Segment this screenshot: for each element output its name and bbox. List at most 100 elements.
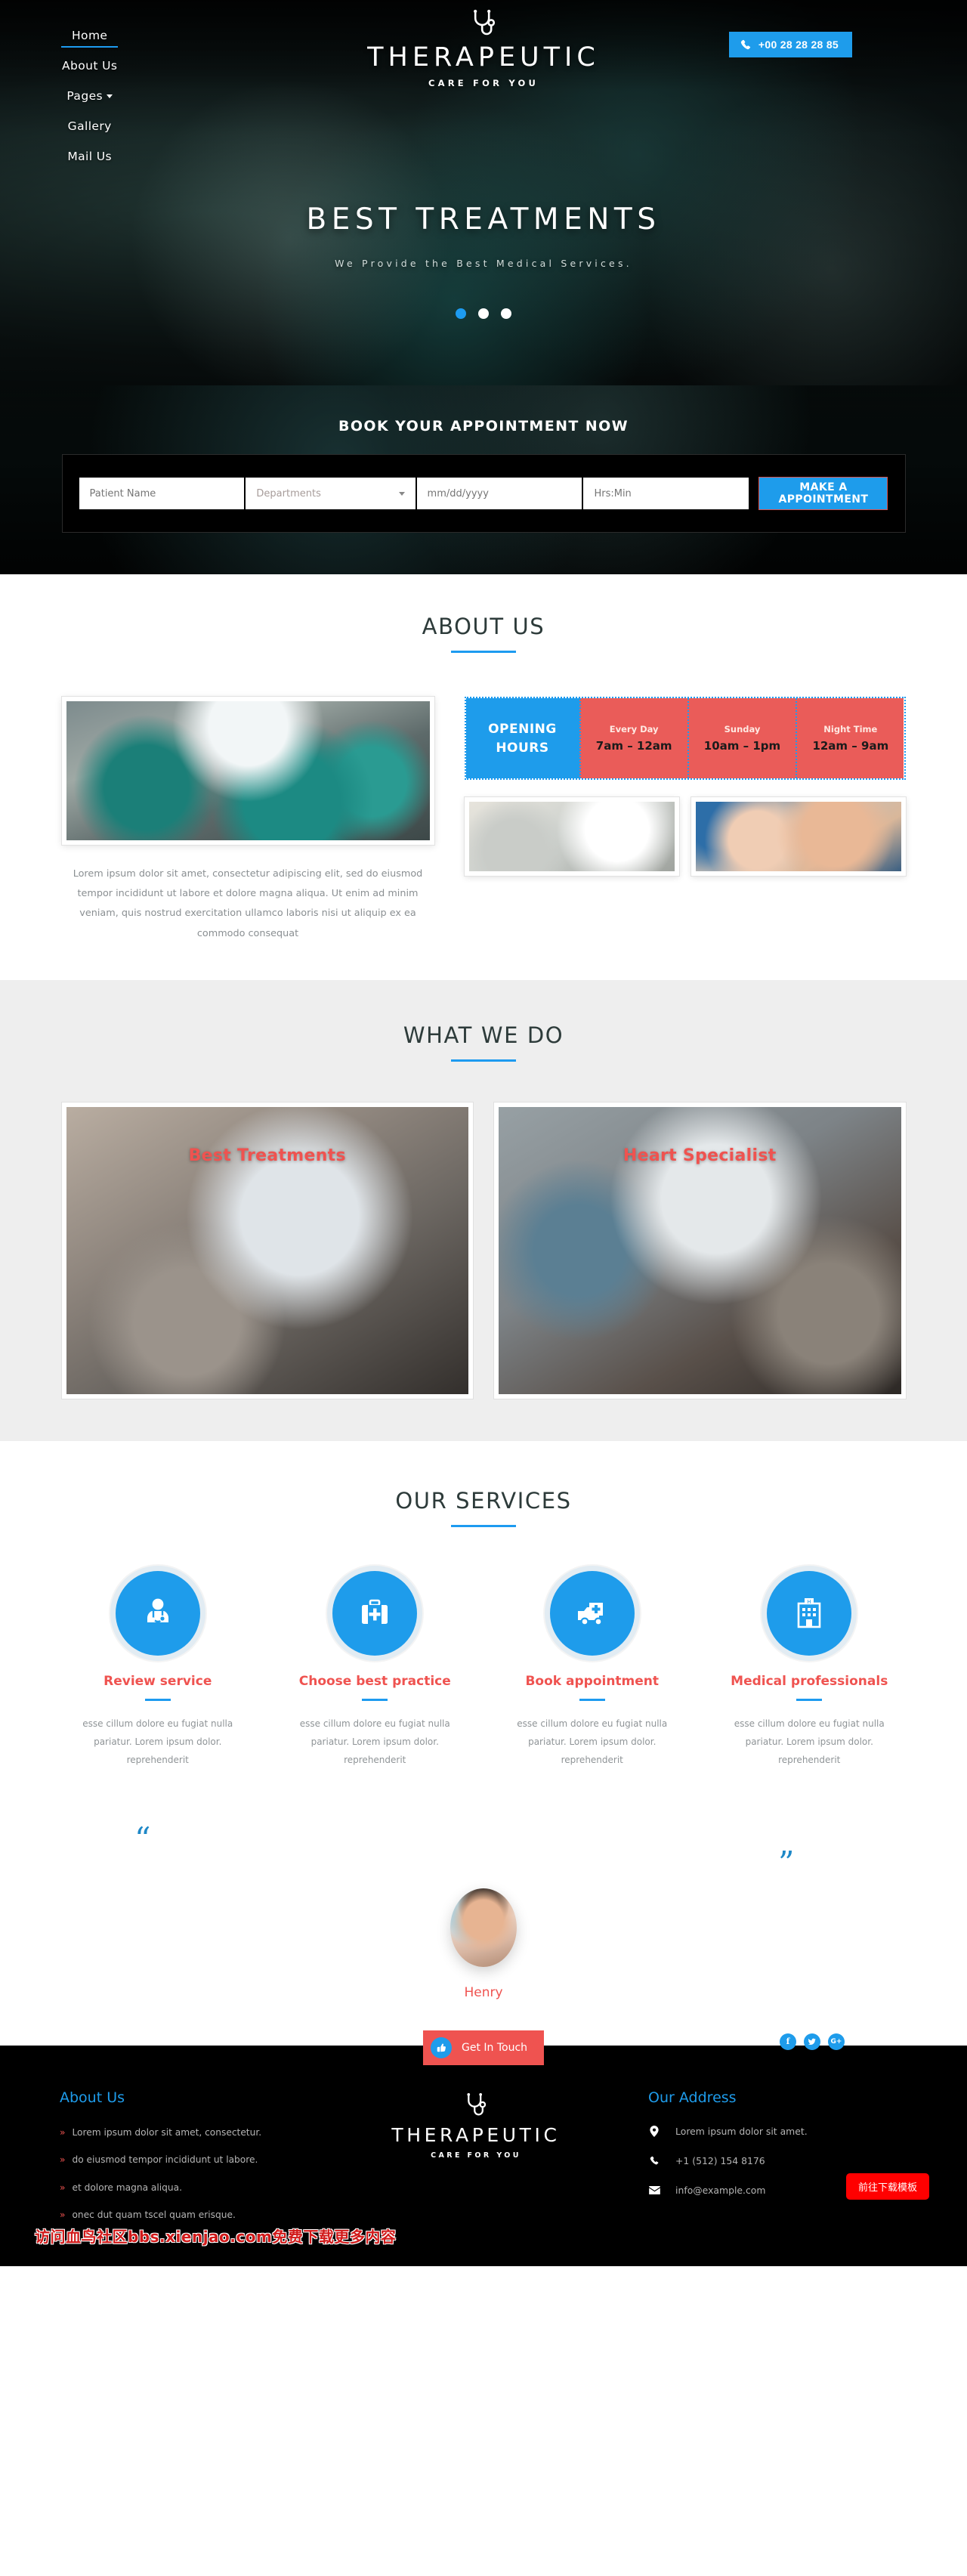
phone-icon — [740, 39, 751, 49]
get-in-touch-button[interactable]: Get In Touch — [422, 2030, 545, 2065]
chevron-right-icon: » — [60, 2210, 66, 2221]
quote-close-icon: ” — [778, 1844, 795, 1882]
hours-cell-night-time: Night Time 12am – 9am — [796, 698, 904, 778]
stethoscope-icon — [473, 9, 495, 36]
about-right-column: OPENING HOURS Every Day 7am – 12am Sunda… — [464, 697, 906, 944]
footer-list-item[interactable]: » et dolore magna aliqua. — [60, 2181, 319, 2196]
footer-email-text: info@example.com — [675, 2184, 766, 2196]
what-we-do-heading: WHAT WE DO — [0, 1022, 967, 1062]
footer-brand-tagline: CARE FOR YOU — [431, 2151, 521, 2160]
phone-number: +00 28 28 28 85 — [758, 39, 839, 51]
opening-hours-line2: HOURS — [496, 740, 549, 756]
footer-address-row: Lorem ipsum dolor sit amet. — [648, 2125, 907, 2137]
services-grid: Review service esse cillum dolore eu fug… — [49, 1570, 918, 1769]
make-appointment-button[interactable]: MAKE A APPOINTMENT — [758, 477, 888, 510]
nav-item-pages[interactable]: Pages — [66, 89, 113, 106]
carousel-dot-3[interactable] — [501, 308, 511, 319]
what-we-do-card-best-treatments[interactable]: Best Treatments — [61, 1102, 473, 1399]
about-left-column: Lorem ipsum dolor sit amet, consectetur … — [61, 697, 434, 944]
section-title: ABOUT US — [422, 614, 545, 639]
hours-day: Every Day — [609, 724, 659, 734]
hero-content: BEST TREATMENTS We Provide the Best Medi… — [0, 203, 967, 319]
svg-text:H: H — [808, 1599, 811, 1605]
hours-time: 12am – 9am — [812, 739, 889, 753]
landing-page: Home About Us Pages Gallery Mail Us THER… — [0, 0, 967, 2266]
date-input[interactable] — [416, 478, 582, 509]
carousel-dot-2[interactable] — [478, 308, 489, 319]
nav-item-home[interactable]: Home — [60, 29, 119, 48]
phone-icon — [648, 2156, 660, 2166]
doctor-icon — [147, 1598, 168, 1623]
service-underline — [144, 1698, 171, 1701]
nav-list: Home About Us Pages Gallery Mail Us — [60, 29, 119, 166]
twitter-icon[interactable] — [804, 2033, 820, 2050]
service-text: esse cillum dolore eu fugiat nulla paria… — [82, 1718, 233, 1765]
footer-list-label: et dolore magna aliqua. — [72, 2182, 182, 2193]
footer-list-label: Lorem ipsum dolor sit amet, consectetur. — [72, 2126, 262, 2138]
footer-list-item[interactable]: » Lorem ipsum dolor sit amet, consectetur… — [60, 2126, 319, 2141]
lab-photo — [464, 797, 679, 876]
nav-item-mail-us[interactable]: Mail Us — [67, 150, 112, 166]
ambulance-icon — [577, 1602, 603, 1626]
phone-button[interactable]: +00 28 28 28 85 — [728, 32, 852, 57]
what-we-do-grid: Best Treatments Heart Specialist — [61, 1102, 906, 1399]
what-we-do-card-heart-specialist[interactable]: Heart Specialist — [494, 1102, 906, 1399]
nav-label: Home — [72, 29, 108, 42]
service-icon-circle[interactable]: H — [767, 1570, 852, 1656]
carousel-dot-1[interactable] — [456, 308, 466, 319]
download-template-button[interactable]: 前往下载模板 — [845, 2172, 929, 2200]
chevron-down-icon — [106, 94, 113, 98]
footer-list-label: do eiusmod tempor incididunt ut labore. — [72, 2154, 258, 2166]
google-plus-icon[interactable]: G+ — [828, 2033, 845, 2050]
patient-name-input[interactable] — [79, 478, 245, 509]
title-underline — [451, 1524, 516, 1527]
service-title: Medical professionals — [731, 1673, 888, 1689]
site-logo[interactable]: THERAPEUTIC CARE FOR YOU — [367, 9, 600, 88]
footer-list-item[interactable]: » onec dut quam tscel quam erisque. — [60, 2208, 319, 2223]
card-label: Best Treatments — [188, 1146, 346, 1165]
card-label: Heart Specialist — [623, 1146, 777, 1165]
service-icon-circle[interactable] — [549, 1570, 635, 1656]
facebook-icon[interactable]: f — [780, 2033, 796, 2050]
footer-phone-text: +1 (512) 154 8176 — [675, 2154, 765, 2166]
footer-list-label: onec dut quam tscel quam erisque. — [72, 2210, 236, 2221]
hero-title: BEST TREATMENTS — [306, 203, 661, 237]
nav-label: Mail Us — [67, 150, 112, 163]
section-title: OUR SERVICES — [395, 1487, 572, 1514]
title-underline — [451, 1059, 516, 1062]
hours-day: Sunday — [724, 724, 761, 734]
nav-label: About Us — [62, 59, 118, 73]
departments-select[interactable]: Departments — [246, 478, 416, 509]
hospital-icon: H — [797, 1597, 821, 1628]
service-title: Book appointment — [525, 1673, 660, 1689]
hero-subtitle: We Provide the Best Medical Services. — [335, 258, 632, 269]
about-heading: ABOUT US — [0, 614, 967, 653]
appointment-form: Departments MAKE A APPOINTMENT — [61, 454, 906, 533]
brand-name: THERAPEUTIC — [367, 42, 600, 73]
service-choose-best-practice: Choose best practice esse cillum dolore … — [267, 1570, 484, 1769]
service-underline — [579, 1698, 605, 1701]
carousel-dots — [0, 308, 967, 319]
hours-day: Night Time — [823, 724, 878, 734]
testimonial-content: Henry — [0, 1888, 967, 2000]
service-icon-circle[interactable] — [115, 1570, 200, 1656]
social-links: f G+ — [780, 2033, 845, 2050]
newborn-photo — [690, 797, 906, 876]
footer-phone-row[interactable]: +1 (512) 154 8176 — [648, 2155, 907, 2166]
nav-item-about-us[interactable]: About Us — [62, 59, 117, 76]
service-book-appointment: Book appointment esse cillum dolore eu f… — [484, 1570, 701, 1769]
get-in-touch-label: Get In Touch — [461, 2041, 528, 2054]
footer-list-item[interactable]: » do eiusmod tempor incididunt ut labore. — [60, 2153, 319, 2168]
services-section: OUR SERVICES Review service esse cillum … — [0, 1440, 967, 1796]
chevron-right-icon: » — [60, 2154, 66, 2166]
service-icon-circle[interactable] — [332, 1570, 418, 1656]
nav-item-gallery[interactable]: Gallery — [68, 119, 112, 136]
site-footer: About Us » Lorem ipsum dolor sit amet, co… — [0, 2045, 967, 2266]
chevron-down-icon — [398, 491, 405, 496]
nav-label: Pages — [66, 89, 103, 103]
footer-grid: About Us » Lorem ipsum dolor sit amet, co… — [49, 2089, 918, 2236]
time-input[interactable] — [583, 478, 749, 509]
opening-hours-table: OPENING HOURS Every Day 7am – 12am Sunda… — [464, 697, 906, 780]
appointment-title: BOOK YOUR APPOINTMENT NOW — [338, 418, 629, 434]
nav-label: Gallery — [67, 119, 112, 133]
